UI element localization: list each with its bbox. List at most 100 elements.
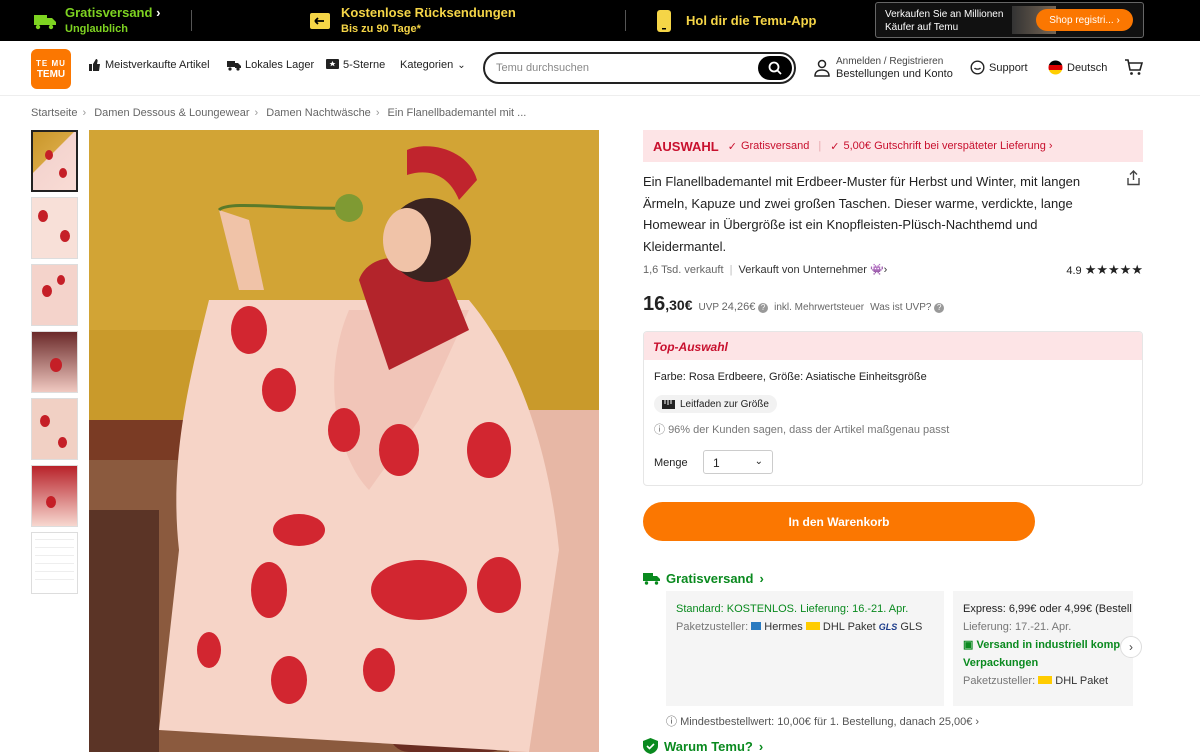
seller-link[interactable]: Verkauft von Unternehmer 👾› bbox=[739, 264, 888, 276]
rating[interactable]: 4.9 ★★★★★ bbox=[1066, 262, 1143, 278]
nav-five-star[interactable]: 5-Sterne bbox=[326, 59, 385, 71]
ruler-icon bbox=[662, 399, 675, 409]
seller-banner[interactable]: Verkaufen Sie an Millionen Käufer auf Te… bbox=[875, 2, 1144, 38]
quantity-value: 1 bbox=[713, 456, 720, 470]
add-to-cart-label: In den Warenkorb bbox=[788, 514, 890, 529]
divider: | bbox=[818, 140, 822, 152]
cart-button[interactable] bbox=[1124, 58, 1144, 81]
star-rating-icon: ★★★★★ bbox=[1084, 262, 1143, 277]
info-icon: ? bbox=[934, 303, 945, 313]
min-order-text: Mindestbestellwert: 10,00€ für 1. Bestel… bbox=[680, 716, 973, 728]
truck-icon bbox=[643, 573, 660, 585]
thumbnail-image[interactable] bbox=[31, 398, 78, 460]
shipping-next-button[interactable]: › bbox=[1120, 636, 1142, 658]
chevron-right-icon: › bbox=[375, 107, 380, 119]
logo-mark: TE MU bbox=[36, 59, 66, 68]
gls-icon: GLS bbox=[878, 622, 898, 632]
auswahl-label: AUSWAHL bbox=[653, 138, 719, 154]
search-bar[interactable]: Temu durchsuchen bbox=[483, 52, 796, 84]
returns-promo[interactable]: Kostenlose Rücksendungen Bis zu 90 Tage* bbox=[309, 0, 516, 41]
min-order-note[interactable]: ⓘ Mindestbestellwert: 10,00€ für 1. Best… bbox=[666, 713, 979, 729]
thumbnail-size-chart[interactable] bbox=[31, 532, 78, 594]
free-shipping-promo[interactable]: Gratisversand › Unglaublich bbox=[33, 0, 160, 41]
uvp-question-label: Was ist UVP? bbox=[870, 302, 932, 313]
truck-icon bbox=[227, 61, 241, 71]
breadcrumb-item[interactable]: Startseite bbox=[31, 107, 77, 119]
chevron-right-icon: › bbox=[758, 738, 764, 754]
thumbnail-image[interactable] bbox=[31, 465, 78, 527]
chat-support-icon bbox=[970, 60, 985, 75]
alien-icon: 👾 bbox=[869, 264, 884, 276]
language-selector[interactable]: Deutsch bbox=[1048, 60, 1107, 75]
nav-bestsellers[interactable]: Meistverkaufte Artikel bbox=[88, 59, 210, 71]
express-packaging-2: Verpackungen bbox=[963, 657, 1039, 669]
thumbnail-image[interactable] bbox=[31, 331, 78, 393]
quantity-select[interactable]: 1 ⌄ bbox=[703, 450, 773, 474]
language-label: Deutsch bbox=[1067, 61, 1108, 74]
nav-categories[interactable]: Kategorien ⌄ bbox=[400, 59, 466, 71]
express-carriers: Paketzusteller: DHL Paket bbox=[963, 672, 1123, 690]
express-packaging-1: Versand in industriell komp bbox=[976, 639, 1121, 651]
shipping-title-label: Gratisversand bbox=[666, 571, 754, 586]
app-promo[interactable]: Hol dir die Temu-App bbox=[656, 0, 816, 41]
info-icon[interactable]: ? bbox=[758, 303, 769, 313]
breadcrumb-item[interactable]: Damen Dessous & Loungewear bbox=[94, 107, 249, 119]
returns-title: Kostenlose Rücksendungen bbox=[341, 4, 516, 20]
search-input[interactable]: Temu durchsuchen bbox=[496, 62, 589, 74]
rating-value: 4.9 bbox=[1066, 265, 1082, 277]
uvp-value: 24,26€ bbox=[721, 301, 756, 313]
returns-sub: Bis zu 90 Tage* bbox=[341, 22, 421, 35]
check-icon: ✓ bbox=[727, 140, 737, 153]
fit-note-text: 96% der Kunden sagen, dass der Artikel m… bbox=[668, 424, 950, 436]
chevron-down-icon: ⌄ bbox=[457, 59, 466, 71]
price: 16,30€ bbox=[643, 293, 693, 316]
support-link[interactable]: Support bbox=[970, 60, 1028, 75]
thumbs-up-icon bbox=[89, 59, 100, 71]
orders-account-label: Bestellungen und Konto bbox=[836, 68, 953, 80]
uvp-question[interactable]: Was ist UVP? ? bbox=[870, 302, 945, 313]
account-menu[interactable]: Anmelden / Registrieren Bestellungen und… bbox=[814, 55, 953, 81]
info-circle-icon: ⓘ bbox=[666, 716, 677, 728]
why-temu-label: Warum Temu? bbox=[664, 738, 753, 754]
thumbnail-image[interactable] bbox=[31, 197, 78, 259]
phone-icon bbox=[657, 9, 671, 32]
price-integer: 16 bbox=[643, 293, 666, 315]
shipping-section-title[interactable]: Gratisversand › bbox=[643, 571, 764, 586]
thumbnail-image[interactable] bbox=[31, 130, 78, 192]
divider bbox=[625, 10, 626, 31]
breadcrumb-item[interactable]: Damen Nachtwäsche bbox=[266, 107, 371, 119]
breadcrumb: Startseite › Damen Dessous & Loungewear › … bbox=[31, 107, 526, 119]
shipping-promo-title: Gratisversand bbox=[65, 4, 153, 20]
carrier-gls: GLS bbox=[900, 621, 923, 633]
temu-logo[interactable]: TE MU TEMU bbox=[31, 49, 71, 89]
divider: | bbox=[729, 264, 733, 276]
shop-register-button[interactable]: Shop registri... › bbox=[1036, 9, 1133, 31]
product-photo bbox=[89, 130, 599, 752]
chevron-right-icon: › bbox=[156, 4, 161, 20]
site-header: TE MU TEMU Meistverkaufte Artikel Lokale… bbox=[0, 41, 1200, 96]
promo-bar: Gratisversand › Unglaublich Kostenlose R… bbox=[0, 0, 1200, 41]
size-guide-label: Leitfaden zur Größe bbox=[680, 398, 769, 410]
dhl-icon bbox=[805, 622, 820, 630]
nav-local-warehouse[interactable]: Lokales Lager bbox=[227, 59, 314, 71]
product-main-image[interactable] bbox=[89, 130, 599, 752]
thumbnail-list bbox=[31, 130, 78, 599]
app-promo-label: Hol dir die Temu-App bbox=[686, 13, 817, 28]
search-button[interactable] bbox=[758, 56, 792, 80]
add-to-cart-button[interactable]: In den Warenkorb bbox=[643, 502, 1035, 541]
product-meta: 1,6 Tsd. verkauft | Verkauft von Unterne… bbox=[643, 262, 1143, 278]
nav-categories-label: Kategorien bbox=[400, 59, 454, 71]
tax-note: inkl. Mehrwertsteuer bbox=[774, 302, 865, 313]
variant-box: Top-Auswahl Farbe: Rosa Erdbeere, Größe:… bbox=[643, 331, 1143, 486]
chevron-right-icon: › bbox=[1048, 140, 1053, 152]
product-title: Ein Flanellbademantel mit Erdbeer-Muster… bbox=[643, 174, 1081, 254]
thumbnail-image[interactable] bbox=[31, 264, 78, 326]
top-selection-header: Top-Auswahl bbox=[644, 332, 1142, 360]
size-guide-button[interactable]: Leitfaden zur Größe bbox=[654, 395, 777, 413]
share-button[interactable] bbox=[1126, 170, 1141, 191]
nav-local-label: Lokales Lager bbox=[245, 59, 315, 71]
auswahl-banner[interactable]: AUSWAHL ✓ Gratisversand | ✓ 5,00€ Gutsch… bbox=[643, 130, 1143, 162]
seller-label: Verkauft von Unternehmer bbox=[738, 264, 867, 276]
carrier-hermes: Hermes bbox=[764, 621, 803, 633]
shop-register-label: Shop registri... bbox=[1049, 14, 1114, 26]
